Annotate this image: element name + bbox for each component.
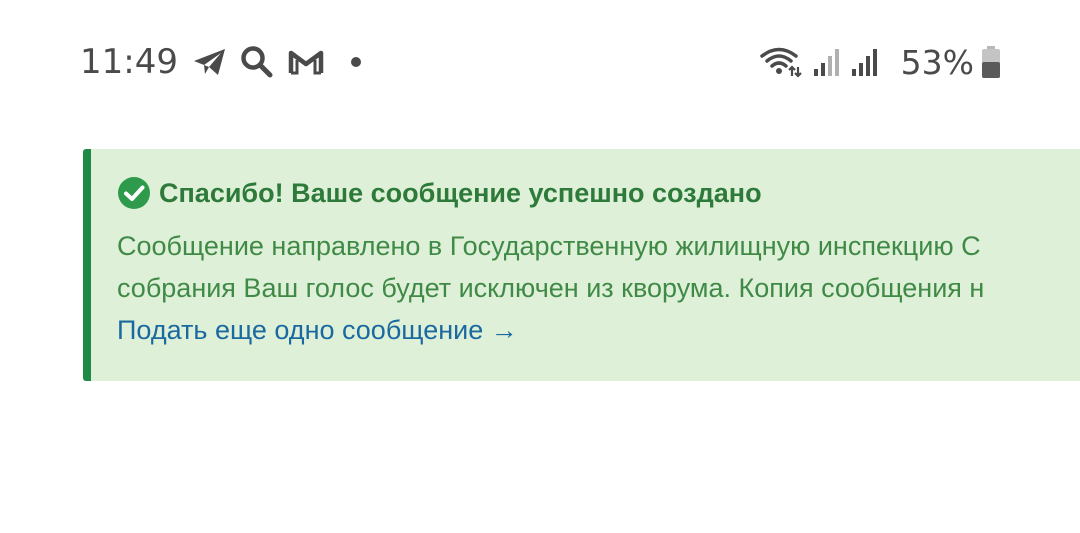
check-circle-icon [117, 176, 151, 210]
status-bar: 11:49 53% [0, 0, 1080, 125]
status-right: 53% [759, 38, 1002, 86]
search-icon [240, 45, 274, 79]
screen: 11:49 53% Спасибо! Ваше сообщение успешн… [0, 0, 1080, 533]
alert-message-line: Сообщение направлено в Государственную ж… [117, 231, 981, 261]
telegram-icon [192, 46, 228, 78]
battery-icon [980, 45, 1002, 79]
alert-message-line: собрания Ваш голос будет исключен из кво… [117, 273, 985, 303]
submit-another-message-link[interactable]: Подать еще одно сообщение → [117, 315, 518, 346]
alert-title: Спасибо! Ваше сообщение успешно создано [159, 177, 762, 208]
clock: 11:49 [80, 42, 178, 82]
alert-header: Спасибо! Ваше сообщение успешно создано [117, 176, 762, 210]
cellular-signal-icon [813, 47, 841, 77]
more-notifications-dot [350, 56, 362, 68]
cellular-signal-icon [851, 47, 879, 77]
success-alert: Спасибо! Ваше сообщение успешно создано … [83, 149, 1080, 381]
alert-message: Сообщение направлено в Государственную ж… [117, 225, 1080, 309]
battery-percent: 53% [900, 42, 974, 82]
gmail-icon [288, 48, 324, 76]
status-left: 11:49 [80, 38, 362, 86]
wifi-icon [759, 45, 803, 79]
